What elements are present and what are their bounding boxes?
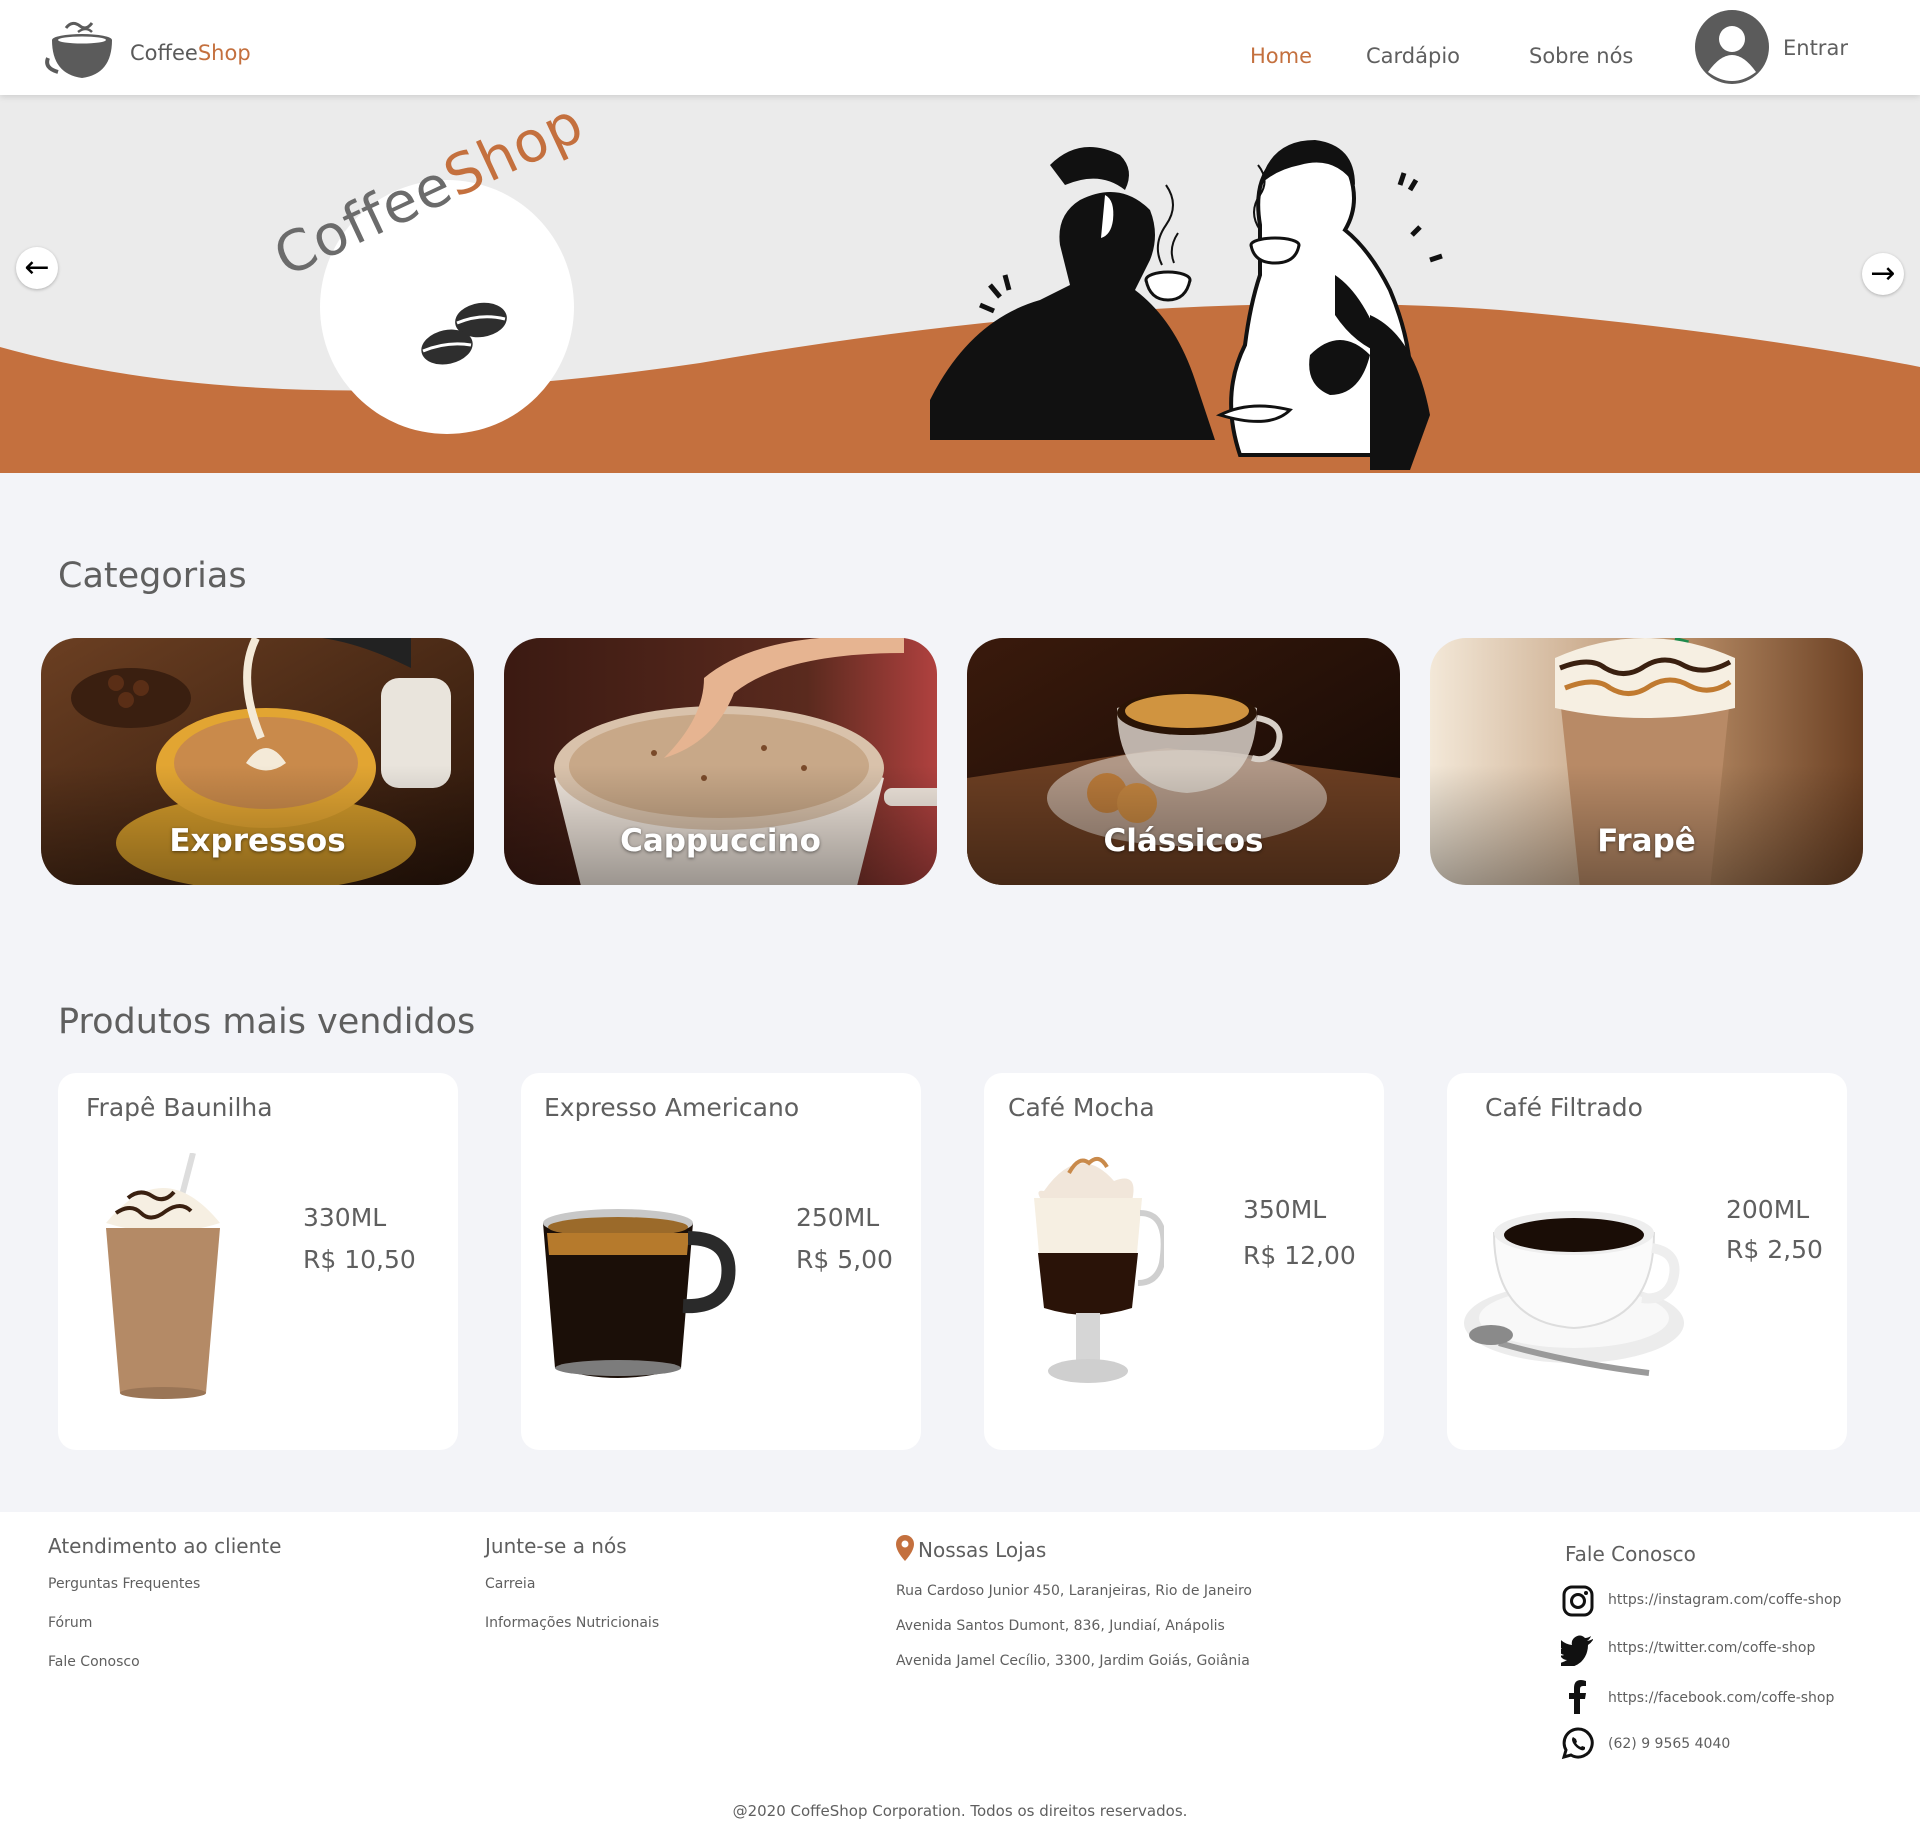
nav-sobre-nos[interactable]: Sobre nós [1529,44,1633,68]
arrow-left-icon: ← [24,250,50,285]
brand-name-coffee: Coffee [130,41,198,65]
vintage-couple-illustration [930,140,1443,470]
store-address: Avenida Santos Dumont, 836, Jundiaí, Aná… [896,1618,1225,1634]
expresso-americano-image [543,1209,736,1378]
product-size: 250ML [796,1203,880,1232]
product-card[interactable]: Café Mocha 350ML R$ 12,00 [984,1073,1384,1450]
product-size: 350ML [1243,1195,1327,1224]
nav-home[interactable]: Home [1250,44,1312,68]
product-name: Café Filtrado [1485,1093,1643,1122]
category-card-cappuccino[interactable]: Cappuccino [504,638,937,885]
frape-baunilha-image [106,1153,220,1399]
footer-link-forum[interactable]: Fórum [48,1615,92,1631]
instagram-icon[interactable] [1561,1584,1595,1618]
category-card-expressos[interactable]: Expressos [41,638,474,885]
category-label: Clássicos [1103,823,1264,859]
facebook-icon[interactable] [1561,1680,1595,1714]
carousel-next-button[interactable]: → [1862,253,1904,295]
category-label: Expressos [169,823,346,859]
product-name: Expresso Americano [544,1093,800,1122]
categories-title: Categorias [58,556,247,596]
category-label: Cappuccino [620,823,821,859]
category-card-frape[interactable]: Frapê [1430,638,1863,885]
brand-name-shop: Shop [197,41,251,65]
brand-name: CoffeeShop [130,41,251,65]
footer-link-contact[interactable]: Fale Conosco [48,1654,140,1670]
instagram-link[interactable]: https://instagram.com/coffe-shop [1608,1592,1841,1608]
footer-customer-service-title: Atendimento ao cliente [48,1534,282,1558]
product-card[interactable]: Café Filtrado 200ML R$ 2,50 [1447,1073,1847,1450]
coffee-beans-icon [421,302,507,365]
footer-contact-title: Fale Conosco [1565,1542,1696,1566]
copyright-text: @2020 CoffeShop Corporation. Todos os di… [732,1802,1188,1820]
footer-link-nutrition[interactable]: Informações Nutricionais [485,1615,659,1631]
bestsellers-title: Produtos mais vendidos [58,1002,476,1042]
product-card[interactable]: Frapê Baunilha 330ML R$ 10,50 [58,1073,458,1450]
category-label: Frapê [1597,823,1696,859]
product-size: 330ML [303,1203,387,1232]
product-size: 200ML [1726,1195,1810,1224]
twitter-link[interactable]: https://twitter.com/coffe-shop [1608,1640,1815,1656]
hero-banner: CoffeeShop ← → [0,95,1920,473]
product-price: R$ 12,00 [1243,1241,1356,1270]
site-footer: Atendimento ao cliente Perguntas Frequen… [0,1512,1920,1826]
site-header: CoffeeShop Home Cardápio Sobre nós Entra… [0,0,1920,95]
category-card-classicos[interactable]: Clássicos [967,638,1400,885]
product-name: Frapê Baunilha [86,1093,273,1122]
coffee-cup-logo-icon [45,21,112,78]
cafe-mocha-image [1034,1156,1164,1383]
facebook-link[interactable]: https://facebook.com/coffe-shop [1608,1690,1834,1706]
product-name: Café Mocha [1008,1093,1155,1122]
store-address: Rua Cardoso Junior 450, Laranjeiras, Rio… [896,1583,1252,1599]
whatsapp-number[interactable]: (62) 9 9565 4040 [1608,1736,1730,1752]
whatsapp-icon[interactable] [1561,1726,1595,1760]
product-price: R$ 10,50 [303,1245,416,1274]
product-price: R$ 5,00 [796,1245,893,1274]
footer-link-careers[interactable]: Carreia [485,1576,535,1592]
footer-link-faq[interactable]: Perguntas Frequentes [48,1576,200,1592]
product-price: R$ 2,50 [1726,1235,1823,1264]
carousel-prev-button[interactable]: ← [16,247,58,289]
nav-cardapio[interactable]: Cardápio [1366,44,1460,68]
location-pin-icon [896,1535,914,1561]
user-avatar-icon[interactable] [1695,10,1769,84]
footer-join-title: Junte-se a nós [485,1534,627,1558]
arrow-right-icon: → [1870,256,1896,291]
store-address: Avenida Jamel Cecílio, 3300, Jardim Goiá… [896,1653,1250,1669]
footer-stores-title: Nossas Lojas [918,1538,1047,1562]
login-link[interactable]: Entrar [1783,36,1848,60]
cafe-filtrado-image [1464,1211,1684,1376]
product-card[interactable]: Expresso Americano 250ML R$ 5,00 [521,1073,921,1450]
brand-logo[interactable]: CoffeeShop [44,18,251,84]
twitter-icon[interactable] [1561,1632,1595,1666]
